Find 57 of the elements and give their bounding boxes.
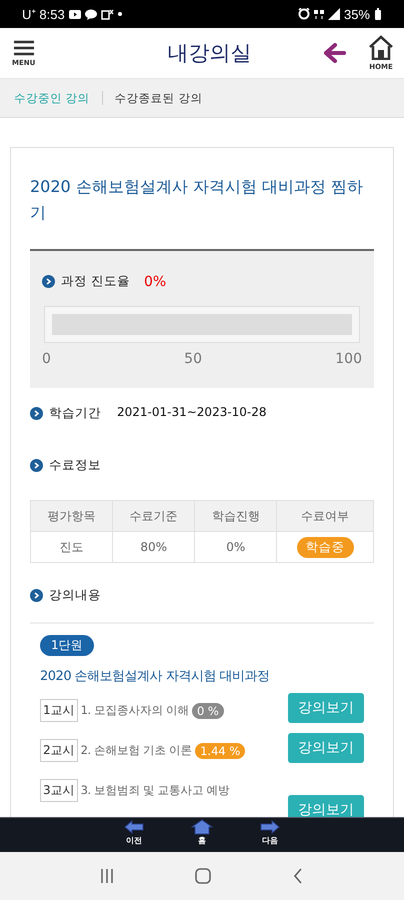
nav-button[interactable]: 홈 (191, 818, 213, 852)
scale-label: 0 (42, 351, 51, 367)
carrier-label: U⁺ (22, 6, 36, 23)
section-label: 과정 진도율 (61, 273, 130, 290)
column-header: 수료기준 (112, 500, 195, 532)
dot-icon (118, 12, 122, 16)
alarm-icon (298, 8, 310, 20)
table-cell: 진도 (30, 532, 113, 562)
column-header: 수료여부 (276, 500, 374, 532)
bullet-icon (30, 589, 43, 602)
page-title: 내강의실 (166, 40, 253, 67)
table-cell: 0% (194, 532, 277, 562)
tab[interactable]: 수강종료된 강의 (108, 90, 208, 106)
period-tag: 1교시 (40, 699, 78, 722)
period-value: 2021-01-31~2023-10-28 (117, 404, 267, 418)
progress-value: 0% (144, 274, 166, 290)
unit-title: 2020 손해보험설계사 자격시험 대비과정 (40, 668, 270, 685)
status-badge: 학습중 (296, 536, 354, 558)
notification-icon (100, 8, 114, 20)
bullet-icon (42, 275, 55, 288)
section-label: 강의내용 (49, 587, 101, 604)
signal-icon (328, 8, 340, 20)
course-title: 2020 손해보험설계사 자격시험 대비과정 찜하기 (30, 176, 364, 224)
back-icon (294, 868, 303, 884)
scale-label: 50 (184, 351, 202, 367)
video-app-icon (68, 8, 81, 20)
home-icon (191, 819, 213, 835)
section-label: 학습기간 (49, 405, 101, 422)
clock: 8:53 (39, 6, 65, 22)
scale-label: 100 (335, 351, 362, 367)
arrow-right-icon (259, 819, 281, 835)
lesson-title: 1. 모집종사자의 이해 (80, 703, 189, 718)
lesson-title: 3. 보험범죄 및 교통사고 예방 (80, 783, 230, 798)
battery-label: 35% (344, 6, 370, 22)
arrow-left-icon (123, 819, 145, 835)
percent-badge: 1.44 % (195, 742, 246, 758)
table-cell: 80% (112, 532, 195, 562)
column-header: 학습진행 (194, 500, 277, 532)
lesson-title: 2. 손해보험 기초 이론 (80, 743, 192, 758)
bullet-icon (30, 407, 43, 420)
arrow-left-icon (324, 43, 346, 63)
unit-badge: 1단원 (40, 635, 94, 656)
home-icon (195, 868, 212, 884)
nav-button[interactable]: 다음 (259, 818, 281, 852)
section-label: 수료정보 (49, 457, 101, 474)
recent-apps-icon (101, 869, 114, 883)
home-icon (368, 35, 394, 60)
nav-button[interactable]: 이전 (123, 818, 145, 852)
column-header: 평가항목 (30, 500, 113, 532)
menu-icon (14, 40, 34, 56)
battery-icon (374, 8, 382, 20)
bullet-icon (30, 459, 43, 472)
percent-badge: 0 % (192, 702, 224, 718)
chat-bubble-icon (84, 8, 97, 20)
period-tag: 2교시 (40, 739, 78, 762)
back-button[interactable] (324, 43, 346, 63)
period-tag: 3교시 (40, 779, 78, 802)
